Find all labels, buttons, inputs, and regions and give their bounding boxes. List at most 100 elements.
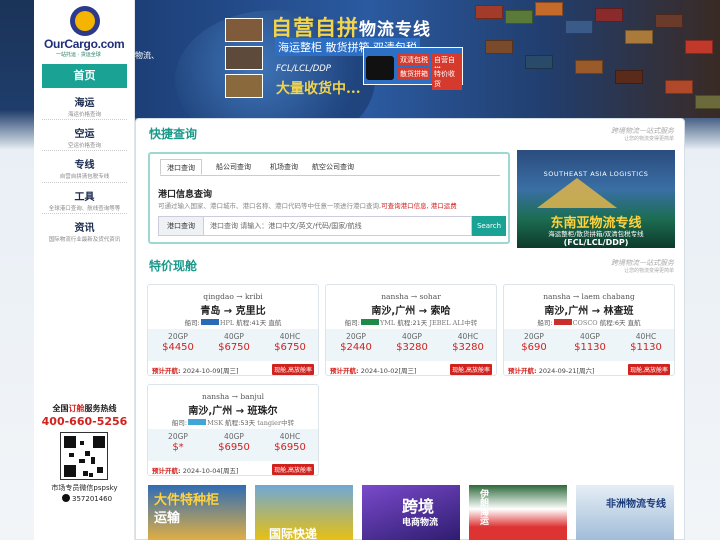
carrier-logo-icon — [360, 319, 379, 325]
thumb-africa[interactable]: 非洲物流专线 — [576, 485, 674, 540]
price-20gp: $2440 — [340, 342, 372, 353]
cargo-photo — [225, 46, 263, 70]
ship-icon — [366, 56, 394, 80]
nav-home[interactable]: 首页 — [42, 64, 127, 88]
price-40hc: $1130 — [630, 342, 662, 353]
search-input[interactable]: 港口查询 请输入：港口中文/英文/代码/国家/航线 — [204, 216, 472, 236]
hero-fcl: FCL/LCL/DDP — [276, 64, 331, 74]
truck-photo — [225, 74, 263, 98]
logo[interactable]: OurCargo.com 一站托运 · 货运全球 — [42, 4, 126, 58]
price-40hc: $6950 — [274, 442, 306, 453]
hero-badge-box: 双清包税 自营自拼 散货拼箱 特价收货 — [363, 47, 463, 90]
nav-divider — [42, 119, 127, 120]
search-button[interactable]: Search — [472, 216, 506, 236]
nav-item-sub: 国际物流行业最新及货代资讯 — [48, 237, 121, 243]
search-row: 港口查询 港口查询 请输入：港口中文/英文/代码/国家/航线 Search — [158, 216, 508, 236]
sidebar: OurCargo.com 一站托运 · 货运全球 首页 海运 海运价格查询 空运… — [34, 0, 135, 540]
availability-tag: 现舱,高放舱率 — [450, 364, 492, 375]
route-en: nansha → laem chabang — [543, 292, 635, 301]
hotline-label: 全国订舱服务热线 — [52, 404, 117, 413]
tab-airport[interactable]: 机场查询 — [270, 159, 298, 175]
quick-search-panel: 港口查询 船公司查询 机场查询 航空公司查询 港口信息查询 可通过输入国家、港口… — [148, 152, 510, 244]
search-type-select[interactable]: 港口查询 — [158, 216, 204, 236]
thumb-ecommerce[interactable]: 跨境 电商物流 — [362, 485, 460, 540]
quick-search-title: 快捷查询 — [149, 127, 198, 141]
price-20gp: $4450 — [162, 342, 194, 353]
pagoda-graphic — [537, 178, 617, 208]
nav-item-title: 工具 — [74, 192, 95, 203]
route-cn: 南沙,广州 → 班珠尔 — [188, 406, 278, 417]
nav-item-sub: 全球港口查询、航线查询等等 — [48, 206, 121, 212]
search-heading: 港口信息查询 — [158, 190, 213, 200]
wechat-qr-code — [60, 432, 108, 480]
nav-item-air[interactable]: 空运 空运价格查询 — [34, 125, 135, 149]
route-cn: 南沙,广州 → 索哈 — [371, 306, 451, 317]
nav-item-line[interactable]: 专线 自营自拼清包税专线 — [34, 156, 135, 180]
hero-banner[interactable]: 物流、 自营自拼物流专线 海运整柜 散货拼箱 双清包税 FCL/LCL/DDP … — [135, 0, 720, 118]
nav-divider — [42, 213, 127, 214]
southeast-asia-promo[interactable]: SOUTHEAST ASIA LOGISTICS 东南亚物流专线 海运整柜/散货… — [517, 150, 675, 248]
badge-special: 特价收货 — [432, 68, 462, 90]
qq-contact[interactable]: 357201460 — [62, 494, 112, 503]
price-40gp: $6750 — [218, 342, 250, 353]
nav-item-news[interactable]: 资讯 国际物流行业最新及货代资讯 — [34, 219, 135, 243]
nav-item-sub: 空运价格查询 — [67, 143, 101, 149]
route-meta: 船司: HPL 航程:41天 直航 — [184, 319, 282, 327]
route-en: nansha → sohar — [381, 292, 441, 301]
price-20gp: $* — [172, 442, 184, 453]
price-40gp: $1130 — [574, 342, 606, 353]
nav-item-title: 空运 — [74, 129, 95, 140]
nav-item-title: 专线 — [74, 160, 95, 171]
thumb-oversize-cargo[interactable]: 大件特种柜 运输 — [148, 485, 246, 540]
availability-tag: 现舱,高放舱率 — [272, 464, 314, 475]
route-card[interactable]: qingdao → kribi 青岛 → 克里比 船司: HPL 航程:41天 直… — [147, 284, 319, 376]
nav-divider — [42, 182, 127, 183]
route-card[interactable]: nansha → sohar 南沙,广州 → 索哈 船司: YML 航程:21天 … — [325, 284, 497, 376]
route-meta: 船司: COSCO 航程:6天 直航 — [537, 319, 641, 327]
availability-tag: 现舱,高放舱率 — [272, 364, 314, 375]
container-stack-graphic — [465, 0, 720, 118]
qq-icon — [62, 494, 70, 502]
price-20gp: $690 — [521, 342, 547, 353]
price-40hc: $6750 — [274, 342, 306, 353]
main-content: 快捷查询 跨境物流一站式服务 让您的物流变得更简单 港口查询 船公司查询 机场查询… — [135, 118, 685, 540]
etd: 预计开航: 2024-10-02[周三] — [330, 367, 417, 375]
route-en: qingdao → kribi — [203, 292, 263, 301]
logo-globe-icon — [70, 6, 100, 36]
promo-sub: 海运整柜/散货拼箱/双清包税专线 — [548, 230, 644, 238]
tab-port[interactable]: 港口查询 — [160, 159, 202, 175]
carrier-logo-icon — [200, 319, 219, 325]
hero-big-text: 大量收货中... — [276, 81, 361, 97]
route-meta: 船司: YML 航程:21天 JEBEL ALI中转 — [344, 319, 478, 327]
nav-item-title: 海运 — [74, 98, 95, 109]
nav-item-tools[interactable]: 工具 全球港口查询、航线查询等等 — [34, 188, 135, 212]
thumb-iran[interactable]: 伊朗海运 — [469, 485, 567, 540]
logo-subtitle: 一站托运 · 货运全球 — [56, 52, 101, 58]
tab-airline[interactable]: 航空公司查询 — [312, 159, 354, 175]
nav-item-sub: 自营自拼清包税专线 — [59, 174, 110, 180]
carrier-logo-icon — [553, 319, 572, 325]
wechat-id: 市场专员微信pspsky — [51, 484, 118, 492]
nav-item-sub: 海运价格查询 — [67, 112, 101, 118]
thumb-express[interactable]: 国际快递 — [255, 485, 353, 540]
etd: 预计开航: 2024-10-09[周三] — [152, 367, 239, 375]
special-offers-title: 特价现舱 — [149, 259, 198, 273]
route-card[interactable]: nansha → laem chabang 南沙,广州 → 林查班 船司: COS… — [503, 284, 675, 376]
tab-carrier[interactable]: 船公司查询 — [216, 159, 251, 175]
carrier-logo-icon — [188, 419, 207, 425]
badge-lcl: 散货拼箱 — [398, 68, 430, 80]
promo-en: SOUTHEAST ASIA LOGISTICS — [543, 170, 649, 178]
price-40gp: $3280 — [396, 342, 428, 353]
route-card[interactable]: nansha → banjul 南沙,广州 → 班珠尔 船司: MSK 航程:53… — [147, 384, 319, 476]
etd: 预计开航: 2024-09-21[周六] — [508, 367, 595, 375]
nav-item-title: 资讯 — [74, 223, 95, 234]
logo-text: OurCargo.com — [44, 37, 125, 51]
warehouse-photo — [225, 18, 263, 42]
etd: 预计开航: 2024-10-04[周五] — [152, 467, 239, 475]
availability-tag: 现舱,高放舱率 — [628, 364, 670, 375]
search-description: 可通过输入国家、港口城市、港口名称、港口代码等中任意一项进行港口查询,可查询港口… — [158, 202, 457, 210]
hero-left-text: 物流、 — [135, 51, 159, 60]
hotline-number[interactable]: 400-660-5256 — [34, 415, 135, 428]
promo-fcl: (FCL/LCL/DDP) — [563, 238, 629, 247]
nav-item-sea[interactable]: 海运 海运价格查询 — [34, 94, 135, 118]
